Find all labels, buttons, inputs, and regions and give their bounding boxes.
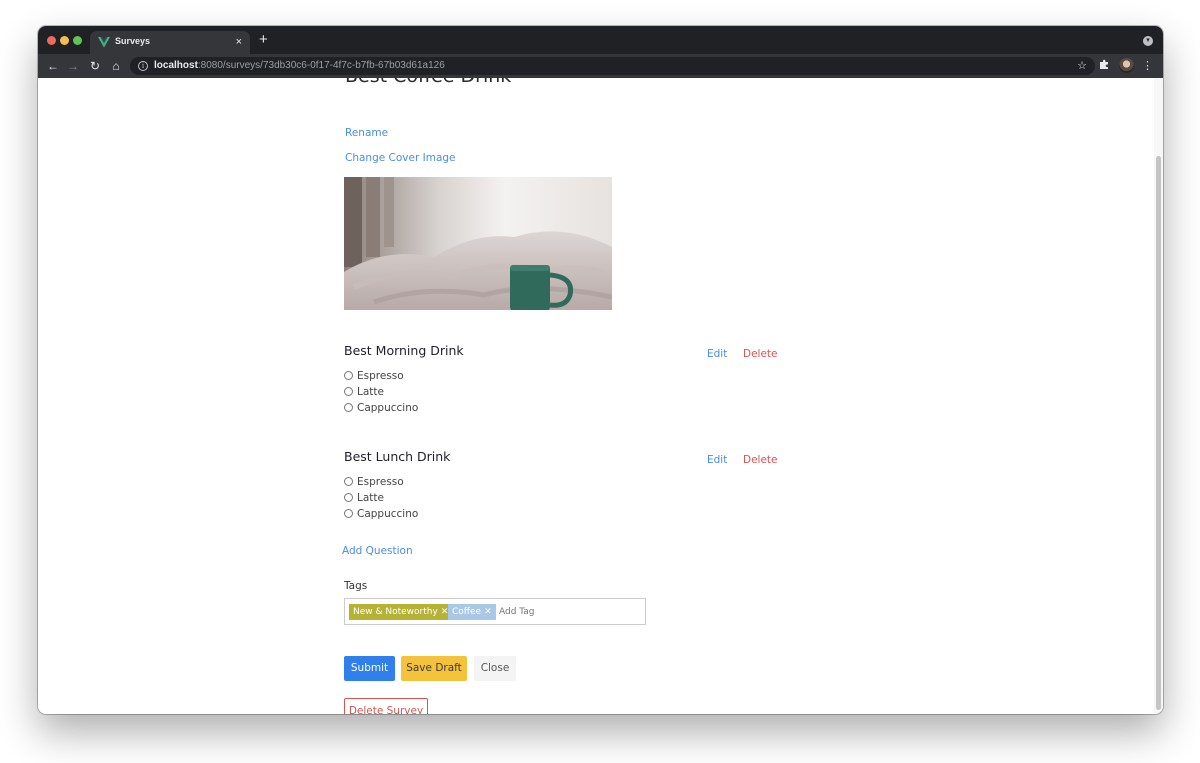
radio-icon (344, 493, 353, 502)
remove-tag-icon[interactable]: ✕ (484, 607, 492, 617)
tab-title: Surveys (115, 36, 151, 46)
option-espresso[interactable]: Espresso (344, 370, 404, 382)
option-latte[interactable]: Latte (344, 386, 384, 398)
tab-strip: Surveys × + ▾ (38, 26, 1163, 54)
tags-label: Tags (344, 580, 368, 592)
info-icon[interactable]: i (138, 61, 148, 71)
close-button[interactable]: Close (474, 656, 516, 681)
tab-close-icon[interactable]: × (236, 34, 242, 50)
vue-logo-icon (98, 37, 110, 48)
browser-toolbar: ← → ↻ ⌂ i localhost:8080/surveys/73db30c… (38, 54, 1163, 78)
new-tab-button[interactable]: + (259, 32, 268, 48)
maximize-window-button[interactable] (73, 36, 82, 45)
kebab-icon[interactable]: ⋮ (1142, 58, 1153, 74)
forward-icon[interactable]: → (66, 58, 80, 74)
tag-coffee: Coffee ✕ (448, 604, 496, 620)
url-text: localhost:8080/surveys/73db30c6-0f17-4f7… (154, 60, 445, 71)
option-cappuccino[interactable]: Cappuccino (344, 508, 418, 520)
question-edit-link[interactable]: Edit (707, 454, 727, 466)
add-question-link[interactable]: Add Question (342, 545, 413, 557)
question-delete-link[interactable]: Delete (743, 348, 778, 360)
radio-icon (344, 371, 353, 380)
star-icon[interactable]: ☆ (1077, 59, 1087, 72)
avatar[interactable] (1119, 58, 1134, 73)
radio-icon (344, 509, 353, 518)
tab-search-icon[interactable]: ▾ (1143, 36, 1153, 46)
radio-icon (344, 403, 353, 412)
browser-window: Surveys × + ▾ ← → ↻ ⌂ i localhost:8080/s… (38, 26, 1163, 714)
address-bar[interactable]: i localhost:8080/surveys/73db30c6-0f17-4… (130, 57, 1095, 75)
delete-survey-button[interactable]: Delete Survey (344, 698, 428, 714)
home-icon[interactable]: ⌂ (109, 58, 123, 74)
tag-new-noteworthy: New & Noteworthy ✕ (349, 604, 453, 620)
page-title: Best Coffee Drink (345, 78, 511, 87)
rename-link[interactable]: Rename (345, 127, 388, 139)
question-title: Best Morning Drink (344, 343, 464, 358)
page-viewport: Best Coffee Drink Rename Change Cover Im… (38, 78, 1163, 714)
reload-icon[interactable]: ↻ (88, 58, 102, 74)
question-title: Best Lunch Drink (344, 449, 451, 464)
radio-icon (344, 387, 353, 396)
option-latte[interactable]: Latte (344, 492, 384, 504)
scrollbar-thumb[interactable] (1156, 156, 1161, 710)
puzzle-icon[interactable] (1099, 59, 1110, 70)
question-delete-link[interactable]: Delete (743, 454, 778, 466)
question-edit-link[interactable]: Edit (707, 348, 727, 360)
radio-icon (344, 477, 353, 486)
cover-image (344, 177, 612, 310)
close-window-button[interactable] (47, 36, 56, 45)
option-cappuccino[interactable]: Cappuccino (344, 402, 418, 414)
survey-editor: Best Coffee Drink Rename Change Cover Im… (342, 78, 794, 714)
submit-button[interactable]: Submit (344, 656, 395, 681)
save-draft-button[interactable]: Save Draft (401, 656, 467, 681)
minimize-window-button[interactable] (60, 36, 69, 45)
scrollbar[interactable] (1154, 78, 1163, 714)
tags-input-box[interactable]: New & Noteworthy ✕ Coffee ✕ (344, 598, 646, 625)
tab-surveys[interactable]: Surveys × (90, 31, 250, 54)
back-icon[interactable]: ← (46, 58, 60, 74)
option-espresso[interactable]: Espresso (344, 476, 404, 488)
change-cover-link[interactable]: Change Cover Image (345, 152, 456, 164)
add-tag-input[interactable] (499, 604, 619, 620)
